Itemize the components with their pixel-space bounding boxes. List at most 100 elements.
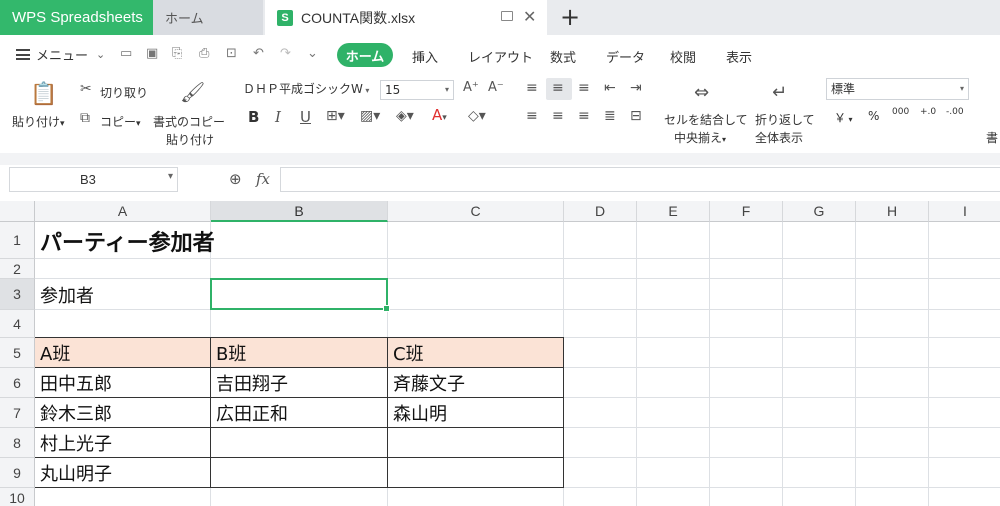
menu-button[interactable]: メニュー ⌄ [16, 45, 105, 64]
chevron-down-icon[interactable]: ▾ [168, 171, 173, 182]
row-header-6[interactable]: 6 [0, 368, 35, 398]
zoom-icon[interactable]: ⊕ [229, 170, 242, 188]
align-top-icon[interactable]: ≡ [526, 80, 538, 96]
copy-button[interactable]: コピー▾ [100, 113, 141, 130]
tab-formulas[interactable]: 数式 [550, 47, 576, 66]
format-painter-icon[interactable]: 🖌 [180, 80, 205, 104]
format-copy-label-1[interactable]: 書式のコピー [153, 113, 225, 130]
number-format-select[interactable]: 標準 ▾ [826, 78, 969, 100]
monitor-icon[interactable] [501, 11, 513, 21]
merge-label-1[interactable]: セルを結合して [664, 111, 748, 128]
column-header-b[interactable]: B [211, 201, 388, 222]
fx-icon[interactable]: fx [256, 170, 270, 188]
row-header-2[interactable]: 2 [0, 259, 35, 279]
tab-insert[interactable]: 挿入 [412, 47, 438, 66]
row-header-3[interactable]: 3 [0, 279, 35, 310]
wrap-text-icon[interactable]: ↵ [772, 82, 787, 103]
table-header-c[interactable]: C班 [388, 338, 424, 368]
table-cell[interactable]: 鈴木三郎 [35, 398, 112, 428]
underline-icon[interactable]: U [300, 108, 311, 126]
scissors-icon[interactable]: ✂ [80, 81, 92, 97]
tab-data[interactable]: データ [606, 47, 645, 66]
close-icon[interactable]: ✕ [523, 7, 536, 27]
align-right-icon[interactable]: ≡ [578, 108, 590, 124]
thousands-button[interactable]: 000 [892, 107, 909, 117]
table-cell[interactable]: 田中五郎 [35, 368, 112, 398]
align-middle-icon[interactable]: ≡ [552, 80, 564, 96]
row-header-4[interactable]: 4 [0, 310, 35, 338]
paste-button[interactable]: 貼り付け▾ [12, 113, 65, 130]
italic-icon[interactable]: I [275, 108, 281, 126]
formula-input[interactable] [280, 167, 1000, 192]
row-header-10[interactable]: 10 [0, 488, 35, 506]
sheet-title-cell[interactable]: パーティー参加者 [35, 222, 215, 259]
column-header-c[interactable]: C [388, 201, 564, 222]
row-header-7[interactable]: 7 [0, 398, 35, 428]
table-cell[interactable] [388, 458, 393, 488]
copy-icon[interactable]: ⧉ [80, 110, 90, 126]
new-tab-icon[interactable]: + [560, 3, 580, 31]
table-cell[interactable]: 森山明 [388, 398, 447, 428]
tab-home[interactable]: ホーム [337, 43, 393, 67]
tab-view[interactable]: 表示 [726, 47, 752, 66]
font-shrink-icon[interactable]: A⁻ [488, 80, 504, 95]
table-cell[interactable] [388, 428, 393, 458]
export-icon[interactable]: ⎘ [172, 46, 182, 61]
distributed-icon[interactable]: ⊟ [630, 108, 642, 124]
save-icon[interactable]: ▣ [146, 46, 158, 61]
name-box[interactable]: B3 ▾ [9, 167, 178, 192]
table-cell[interactable]: 斉藤文子 [388, 368, 465, 398]
clear-icon[interactable]: ◇▾ [468, 108, 486, 124]
open-icon[interactable]: ▭ [120, 46, 132, 61]
border-icon[interactable]: ⊞▾ [326, 108, 345, 124]
row-header-5[interactable]: 5 [0, 338, 35, 368]
cell-style-icon[interactable]: ▨▾ [360, 108, 380, 124]
table-header-b[interactable]: B班 [211, 338, 246, 368]
merge-label-2[interactable]: 中央揃え▾ [674, 129, 726, 146]
cut-button[interactable]: 切り取り [100, 84, 148, 101]
tab-review[interactable]: 校閲 [670, 47, 696, 66]
select-all-corner[interactable] [0, 201, 35, 222]
font-size-select[interactable]: 15 ▾ [380, 80, 454, 100]
indent-increase-icon[interactable]: ⇥ [630, 80, 642, 96]
fill-color-icon[interactable]: ◈▾ [396, 108, 414, 124]
currency-button[interactable]: ￥ ▾ [834, 109, 853, 126]
column-header-g[interactable]: G [783, 201, 856, 222]
align-left-icon[interactable]: ≡ [526, 108, 538, 124]
align-bottom-icon[interactable]: ≡ [578, 80, 590, 96]
decimal-decrease-button[interactable]: -.00 [946, 107, 964, 117]
tab-layout[interactable]: レイアウト [468, 47, 533, 66]
table-cell[interactable] [211, 458, 216, 488]
table-cell[interactable] [211, 428, 216, 458]
merge-center-icon[interactable]: ⇔ [694, 82, 709, 103]
table-header-a[interactable]: A班 [35, 338, 70, 368]
active-cell-b3[interactable] [210, 278, 390, 312]
bold-icon[interactable]: B [248, 108, 259, 126]
column-header-i[interactable]: I [929, 201, 1000, 222]
row-header-8[interactable]: 8 [0, 428, 35, 458]
ribbon-cutoff-label[interactable]: 書 [986, 129, 998, 146]
indent-decrease-icon[interactable]: ⇤ [604, 80, 616, 96]
more-icon[interactable]: ⌄ [307, 46, 318, 61]
table-cell[interactable]: 村上光子 [35, 428, 112, 458]
row-header-9[interactable]: 9 [0, 458, 35, 488]
font-grow-icon[interactable]: A⁺ [463, 80, 479, 95]
redo-icon[interactable]: ↷ [280, 46, 291, 61]
wrap-label-2[interactable]: 全体表示 [755, 129, 803, 146]
justify-icon[interactable]: ≣ [604, 108, 616, 124]
font-name-select[interactable]: ＤＨＰ平成ゴシックW ▾ [243, 80, 377, 100]
table-cell[interactable]: 広田正和 [211, 398, 288, 428]
align-center-icon[interactable]: ≡ [552, 108, 564, 124]
decimal-increase-button[interactable]: +.0 [920, 107, 936, 117]
table-cell[interactable]: 吉田翔子 [211, 368, 288, 398]
undo-icon[interactable]: ↶ [253, 46, 264, 61]
column-header-d[interactable]: D [564, 201, 637, 222]
home-tab[interactable]: ホーム [153, 0, 263, 35]
row-header-1[interactable]: 1 [0, 222, 35, 259]
column-header-f[interactable]: F [710, 201, 783, 222]
column-header-h[interactable]: H [856, 201, 929, 222]
app-tab[interactable]: WPS Spreadsheets [0, 0, 153, 35]
table-cell[interactable]: 丸山明子 [35, 458, 112, 488]
print-icon[interactable]: ⎙ [199, 46, 209, 61]
participants-label-cell[interactable]: 参加者 [35, 279, 94, 310]
